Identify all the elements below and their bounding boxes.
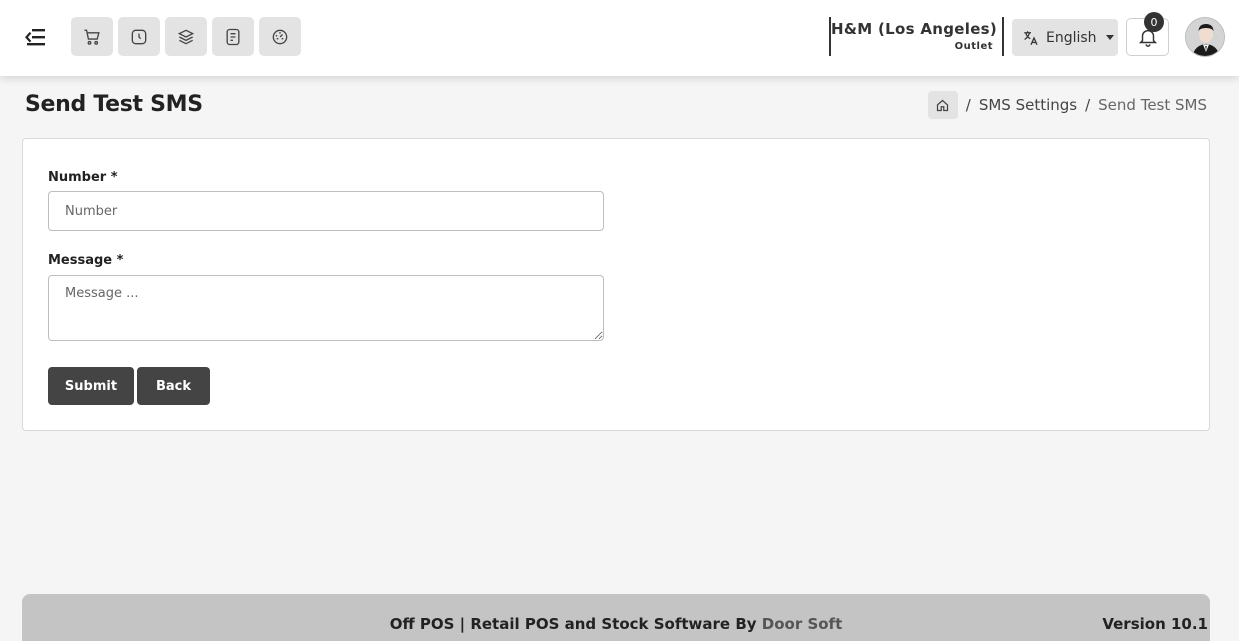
breadcrumb-sms-settings[interactable]: SMS Settings	[979, 96, 1077, 114]
dashboard-icon[interactable]	[259, 17, 301, 56]
translate-icon	[1024, 30, 1038, 45]
outlet-name: H&M (Los Angeles)	[831, 20, 998, 38]
cart-icon[interactable]	[71, 17, 113, 56]
number-field[interactable]	[48, 191, 604, 231]
notification-button[interactable]: 0	[1126, 12, 1169, 56]
footer: Off POS | Retail POS and Stock Software …	[22, 594, 1210, 641]
footer-version: Version 10.1	[1102, 615, 1208, 633]
footer-credit: Off POS | Retail POS and Stock Software …	[22, 615, 1210, 633]
outlet-subtitle: Outlet	[954, 41, 993, 52]
message-label: Message *	[48, 253, 124, 268]
footer-brand-link[interactable]: Door Soft	[762, 615, 843, 633]
back-button[interactable]: Back	[137, 367, 210, 405]
submit-button[interactable]: Submit	[48, 367, 134, 405]
top-navbar: H&M (Los Angeles) Outlet English 0	[0, 0, 1239, 76]
layers-icon[interactable]	[165, 17, 207, 56]
receipt-icon[interactable]	[212, 17, 254, 56]
chevron-down-icon	[1105, 35, 1114, 40]
send-sms-form-card: Number * Message * Submit Back	[22, 138, 1210, 431]
breadcrumb-current: Send Test SMS	[1098, 96, 1207, 114]
clock-icon[interactable]	[118, 17, 160, 56]
user-avatar[interactable]	[1185, 17, 1225, 57]
number-label: Number *	[48, 170, 118, 185]
breadcrumb-separator: /	[965, 96, 971, 114]
breadcrumb: / SMS Settings / Send Test SMS	[927, 91, 1207, 119]
page-title: Send Test SMS	[25, 92, 203, 117]
breadcrumb-separator: /	[1085, 96, 1091, 114]
footer-credit-text: Off POS | Retail POS and Stock Software …	[389, 615, 762, 633]
language-label: English	[1046, 29, 1097, 46]
quick-action-toolbar	[71, 17, 301, 56]
home-icon[interactable]	[927, 91, 958, 119]
sidebar-toggle-icon[interactable]	[24, 26, 48, 48]
message-field[interactable]	[48, 275, 604, 341]
notification-count-badge: 0	[1144, 12, 1164, 32]
language-dropdown[interactable]: English	[1012, 19, 1118, 56]
outlet-info: H&M (Los Angeles) Outlet	[829, 17, 1004, 56]
